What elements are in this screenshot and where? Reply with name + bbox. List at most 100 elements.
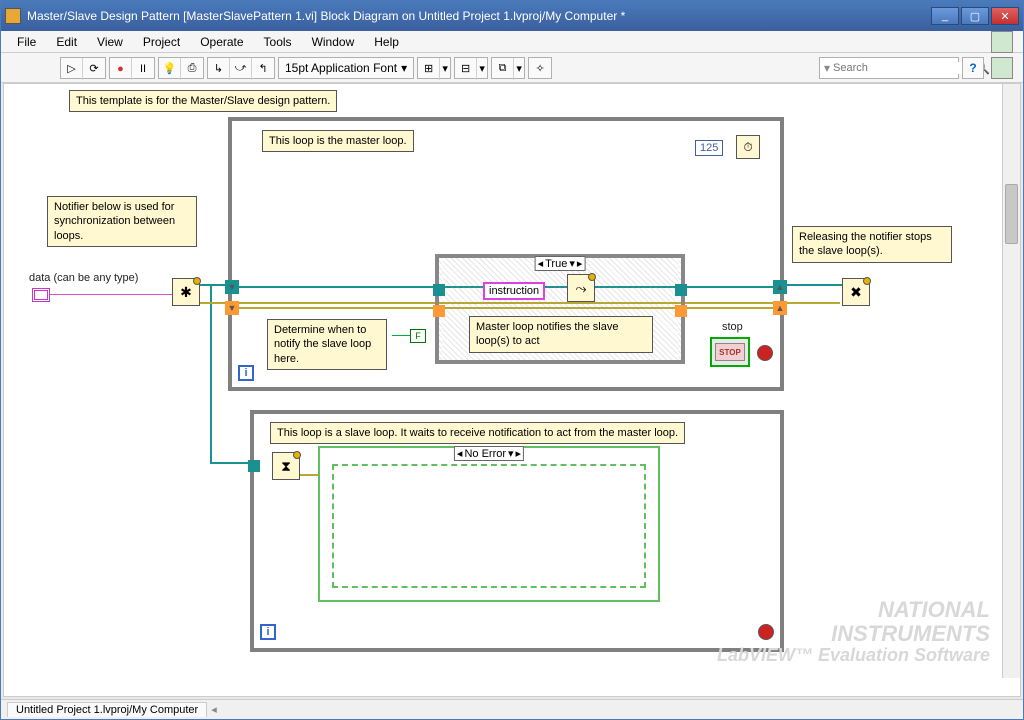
wire-data-to-notifier[interactable] [50,294,175,295]
case-error-tunnel-out[interactable] [675,305,687,317]
run-button[interactable]: ▷ [61,58,83,80]
step-over-button[interactable]: ⤻ [230,58,252,80]
reorder-drop-icon[interactable]: ▾ [514,58,524,80]
wait-ms-node[interactable]: ⏱ [736,135,760,159]
block-diagram-icon[interactable] [991,31,1013,53]
search-input[interactable] [833,62,975,74]
determine-comment[interactable]: Determine when to notify the slave loop … [267,319,387,370]
master-iteration-terminal[interactable]: i [238,365,254,381]
search-dropdown-icon[interactable]: ▾ [824,61,830,75]
distribute-button[interactable]: ⊟ [455,58,477,80]
case-drop-icon[interactable]: ▾ [569,257,575,270]
data-control-terminal[interactable] [32,288,50,302]
case-notifier-tunnel-out[interactable] [675,284,687,296]
menu-view[interactable]: View [87,33,133,51]
case-prev-icon[interactable]: ◂ [538,257,544,270]
block-diagram-canvas[interactable]: This template is for the Master/Slave de… [4,84,1020,696]
slave-loop-comment[interactable]: This loop is a slave loop. It waits to r… [270,422,685,444]
obtain-notifier-node[interactable]: ✱ [172,278,200,306]
minimize-button[interactable]: _ [931,7,959,25]
menu-edit[interactable]: Edit [46,33,87,51]
false-constant[interactable]: F [410,329,426,343]
debug-group: 💡 ⎙ [158,57,204,79]
wait-ms-constant[interactable]: 125 [695,140,723,156]
status-nav-icon[interactable]: ◂ [211,703,217,716]
wire-notifier-to-slave[interactable] [210,462,250,464]
retain-wire-button[interactable]: ⎙ [181,58,203,80]
scrollbar-thumb[interactable] [1005,184,1018,244]
menu-operate[interactable]: Operate [190,33,253,51]
master-case-structure[interactable]: ◂ True ▾ ▸ instruction ⤳ Master loop not… [435,254,685,364]
menu-project[interactable]: Project [133,33,190,51]
case-drop-icon[interactable]: ▾ [508,447,514,460]
wire-notify-cond[interactable] [392,335,410,336]
case-error-tunnel-in[interactable] [433,305,445,317]
pause-button[interactable]: II [132,58,154,80]
master-while-loop[interactable]: This loop is the master loop. 125 ⏱ ▼ ▲ … [228,117,784,391]
case-selector-noerror[interactable]: ◂ No Error ▾ ▸ [454,446,524,461]
maximize-button[interactable]: ▢ [961,7,989,25]
master-error-sr-right[interactable]: ▲ [773,301,787,315]
master-loop-comment[interactable]: This loop is the master loop. [262,130,414,152]
pattern-description-comment[interactable]: This template is for the Master/Slave de… [69,90,337,112]
slave-iteration-terminal[interactable]: i [260,624,276,640]
case-next-icon[interactable]: ▸ [577,257,583,270]
send-notification-node[interactable]: ⤳ [567,274,595,302]
search-box[interactable]: ▾ 🔍 [819,57,959,79]
vertical-scrollbar[interactable] [1002,84,1020,678]
project-path-tab[interactable]: Untitled Project 1.lvproj/My Computer [7,702,207,717]
wire-notifier-release[interactable] [784,284,842,286]
font-selector[interactable]: 15pt Application Font ▾ [278,57,414,79]
master-error-sr-left[interactable]: ▼ [225,301,239,315]
warning-icon [863,277,871,285]
highlight-exec-button[interactable]: 💡 [159,58,181,80]
run-continuous-button[interactable]: ⟳ [83,58,105,80]
menu-window[interactable]: Window [302,33,365,51]
stop-control[interactable]: STOP [710,337,750,367]
case-prev-icon[interactable]: ◂ [457,447,463,460]
abort-button[interactable]: ● [110,58,132,80]
instruction-constant[interactable]: instruction [483,282,545,300]
context-help-button[interactable]: ? [962,57,984,79]
case-selector-true[interactable]: ◂ True ▾ ▸ [535,256,586,271]
run-group: ▷ ⟳ [60,57,106,79]
toolbar: ▷ ⟳ ● II 💡 ⎙ ↳ ⤻ ↰ 15pt Application Font… [1,53,1023,83]
wire-error-to-case[interactable] [300,474,318,476]
align-button[interactable]: ⊞ [418,58,440,80]
slave-case-structure[interactable]: ◂ No Error ▾ ▸ [318,446,660,602]
case-label: True [545,258,567,270]
reorder-group: ⧉ ▾ [491,57,525,79]
notifier-comment[interactable]: Notifier below is used for synchronizati… [47,196,197,247]
titlebar: Master/Slave Design Pattern [MasterSlave… [1,1,1023,31]
step-out-button[interactable]: ↰ [252,58,274,80]
app-icon [5,8,21,24]
case-notifier-tunnel-in[interactable] [433,284,445,296]
font-label: 15pt Application Font [285,61,397,75]
close-button[interactable]: ✕ [991,7,1019,25]
master-loop-condition[interactable] [757,345,773,361]
inner-green-frame[interactable] [332,464,646,588]
step-group: ↳ ⤻ ↰ [207,57,275,79]
release-comment[interactable]: Releasing the notifier stops the slave l… [792,226,952,263]
reorder-button[interactable]: ⧉ [492,58,514,80]
menu-help[interactable]: Help [364,33,409,51]
slave-loop-condition[interactable] [758,624,774,640]
distribute-drop-icon[interactable]: ▾ [477,58,487,80]
step-into-button[interactable]: ↳ [208,58,230,80]
align-drop-icon[interactable]: ▾ [440,58,450,80]
notify-comment[interactable]: Master loop notifies the slave loop(s) t… [469,316,653,353]
slave-notifier-tunnel[interactable] [248,460,260,472]
release-notifier-node[interactable]: ✖ [842,278,870,306]
menu-file[interactable]: File [7,33,46,51]
master-notifier-tunnel-out[interactable]: ▲ [773,280,787,294]
stop-inner: STOP [715,343,745,361]
cleanup-group: ✧ [528,57,552,79]
wire-notifier-split[interactable] [210,284,212,464]
slave-while-loop[interactable]: This loop is a slave loop. It waits to r… [250,410,784,652]
menu-tools[interactable]: Tools [254,33,302,51]
vi-icon[interactable] [991,57,1013,79]
cleanup-button[interactable]: ✧ [529,58,551,80]
master-notifier-tunnel-in[interactable]: ▼ [225,280,239,294]
case-next-icon[interactable]: ▸ [516,447,522,460]
wait-on-notification-node[interactable]: ⧗ [272,452,300,480]
